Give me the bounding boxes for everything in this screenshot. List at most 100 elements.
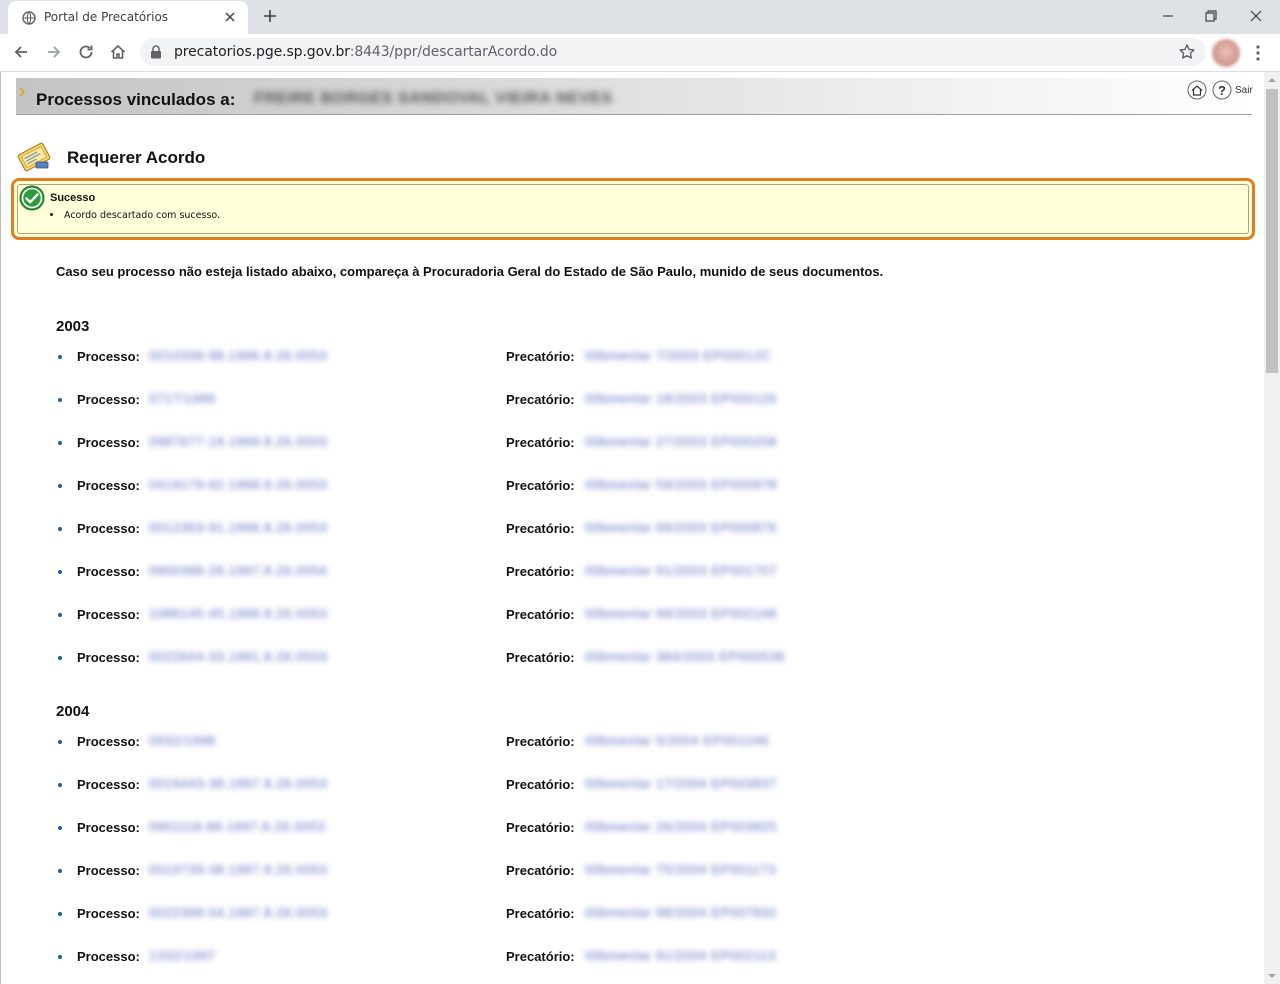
tab-title: Portal de Precatórios	[44, 10, 169, 24]
processo-link[interactable]: 0987677-19.1999.8.26.0003	[149, 434, 327, 449]
scroll-down-icon[interactable]	[1264, 968, 1280, 984]
list-item: Processo: 0901118-88.1997.8.26.0053 Prec…	[1, 817, 1101, 837]
processo-label: Processo:	[77, 863, 140, 878]
list-item: Processo: 0987677-19.1999.8.26.0003 Prec…	[1, 432, 1101, 452]
processo-link[interactable]: 0012363-91.1996.8.26.0053	[149, 520, 327, 535]
processo-link[interactable]: 0419179-92.1998.8.26.0053	[149, 477, 327, 492]
processo-link[interactable]: 0022644-33.1991.8.26.0553	[149, 649, 327, 664]
processo-link[interactable]: 0010338-98.1996.8.26.0053	[149, 348, 327, 363]
list-bullet	[58, 826, 62, 830]
precatorio-link[interactable]: 00bmenlar 75/2004 EP001173	[585, 862, 776, 877]
precatorio-link[interactable]: 00bmenlar 59/2003 EP000978	[585, 477, 777, 492]
precatorio-link[interactable]: 00bmenlar 69/2003 EP000876	[585, 520, 777, 535]
processo-label: Processo:	[77, 820, 140, 835]
precatorio-link[interactable]: 00bmenlar 5/2004 EP001246	[585, 733, 769, 748]
precatorio-label: Precatório:	[506, 820, 575, 835]
help-icon[interactable]: ?	[1212, 80, 1232, 100]
precatorio-label: Precatório:	[506, 777, 575, 792]
precatorio-link[interactable]: 00bmenlar 27/2003 EP000258	[585, 434, 777, 449]
url-path: :8443/ppr/descartarAcordo.do	[349, 44, 558, 60]
precatorio-link[interactable]: 00bmenlar 91/2003 EP001707	[585, 563, 777, 578]
processo-link[interactable]: 1332/1997	[149, 948, 216, 963]
logout-link[interactable]: Sair	[1235, 85, 1253, 96]
lock-icon[interactable]	[150, 45, 162, 59]
page-title: Requerer Acordo	[67, 148, 206, 167]
menu-dots-icon[interactable]	[1251, 44, 1265, 62]
globe-icon	[22, 11, 36, 25]
precatorio-label: Precatório:	[506, 564, 575, 579]
processo-label: Processo:	[77, 906, 140, 921]
precatorio-link[interactable]: 00bmenlar 384/2003 EP000538	[585, 649, 785, 664]
list-item: Processo: 0717/1996 Precatório: 00bmenla…	[1, 389, 1101, 409]
precatorio-link[interactable]: 00bmenlar 98/2004 EP007832	[585, 905, 777, 920]
minimize-icon[interactable]	[1160, 8, 1176, 24]
list-item: Processo: 0022644-33.1991.8.26.0553 Prec…	[1, 647, 1101, 667]
success-message-box: Sucesso Acordo descartado com sucesso.	[11, 178, 1255, 240]
home-icon[interactable]	[109, 43, 127, 61]
processo-link[interactable]: 0019739-38.1997.8.26.0053	[149, 862, 327, 877]
svg-text:?: ?	[1218, 83, 1226, 98]
home-round-icon[interactable]	[1187, 80, 1207, 100]
processo-link[interactable]: 0901118-88.1997.8.26.0053	[149, 819, 325, 834]
scroll-up-icon[interactable]	[1264, 72, 1280, 88]
precatorio-label: Precatório:	[506, 392, 575, 407]
precatorio-label: Precatório:	[506, 734, 575, 749]
avatar[interactable]	[1212, 39, 1240, 67]
list-bullet	[58, 613, 62, 617]
processo-link[interactable]: 0932/1998	[149, 733, 216, 748]
precatorio-link[interactable]: 00bmenlar 99/2003 EP002198	[585, 606, 777, 621]
list-bullet	[58, 355, 62, 359]
processo-label: Processo:	[77, 607, 140, 622]
year-heading: 2004	[56, 703, 90, 720]
close-icon[interactable]	[222, 9, 238, 25]
processo-link[interactable]: 0717/1996	[149, 391, 216, 406]
processo-label: Processo:	[77, 521, 140, 536]
processo-label: Processo:	[77, 650, 140, 665]
list-bullet	[58, 527, 62, 531]
precatorio-link[interactable]: 00bmenlar 91/2004 EP002113	[585, 948, 776, 963]
header-band: Processos vinculados a: FREIRE BORGES SA…	[16, 78, 1252, 115]
processo-link[interactable]: 0022398-54.1997.8.26.0053	[149, 905, 327, 920]
precatorio-link[interactable]: 00bmenlar 7/2003 EP00012C	[585, 348, 771, 363]
precatorio-label: Precatório:	[506, 607, 575, 622]
precatorio-label: Precatório:	[506, 435, 575, 450]
page-viewport: Processos vinculados a: FREIRE BORGES SA…	[0, 72, 1264, 984]
success-inner-frame	[17, 184, 1249, 234]
processo-label: Processo:	[77, 734, 140, 749]
precatorio-link[interactable]: 00bmenlar 26/2004 EP003825	[585, 819, 777, 834]
precatorio-label: Precatório:	[506, 478, 575, 493]
year-heading: 2003	[56, 318, 90, 335]
precatorio-link[interactable]: 00bmenlar 17/2004 EP003837	[585, 776, 777, 791]
page-scrollbar[interactable]	[1264, 72, 1280, 984]
star-icon[interactable]	[1178, 43, 1196, 61]
processo-label: Processo:	[77, 349, 140, 364]
forward-icon[interactable]	[45, 43, 63, 61]
list-bullet	[58, 740, 62, 744]
list-item: Processo: 0022398-54.1997.8.26.0053 Prec…	[1, 903, 1101, 923]
plus-icon[interactable]	[262, 8, 278, 24]
processo-label: Processo:	[77, 777, 140, 792]
processo-link[interactable]: 0019443-38.1997.8.26.0053	[149, 776, 327, 791]
scrollbar-thumb[interactable]	[1266, 89, 1278, 373]
check-icon	[19, 185, 45, 211]
list-bullet	[58, 398, 62, 402]
list-bullet	[58, 912, 62, 916]
reload-icon[interactable]	[77, 43, 95, 61]
list-item: Processo: 0010338-98.1996.8.26.0053 Prec…	[1, 346, 1101, 366]
list-item: Processo: 0900388-28.1997.8.26.0054 Prec…	[1, 561, 1101, 581]
url-text: precatorios.pge.sp.gov.br:8443/ppr/desca…	[174, 44, 557, 60]
processo-label: Processo:	[77, 949, 140, 964]
processo-label: Processo:	[77, 478, 140, 493]
precatorio-link[interactable]: 00bmenlar 18/2003 EP000126	[585, 391, 777, 406]
address-bar[interactable]: precatorios.pge.sp.gov.br:8443/ppr/desca…	[140, 38, 1206, 66]
browser-toolbar: precatorios.pge.sp.gov.br:8443/ppr/desca…	[0, 34, 1280, 72]
restore-icon[interactable]	[1203, 8, 1219, 24]
processo-link[interactable]: 1088145-45.1999.8.26.0053	[149, 606, 327, 621]
precatorio-label: Precatório:	[506, 521, 575, 536]
processo-link[interactable]: 0900388-28.1997.8.26.0054	[149, 563, 327, 578]
list-bullet	[58, 570, 62, 574]
back-icon[interactable]	[12, 43, 30, 61]
window-close-icon[interactable]	[1248, 8, 1264, 24]
browser-tab[interactable]: Portal de Precatórios	[8, 1, 248, 34]
list-item: Processo: 1088145-45.1999.8.26.0053 Prec…	[1, 604, 1101, 624]
